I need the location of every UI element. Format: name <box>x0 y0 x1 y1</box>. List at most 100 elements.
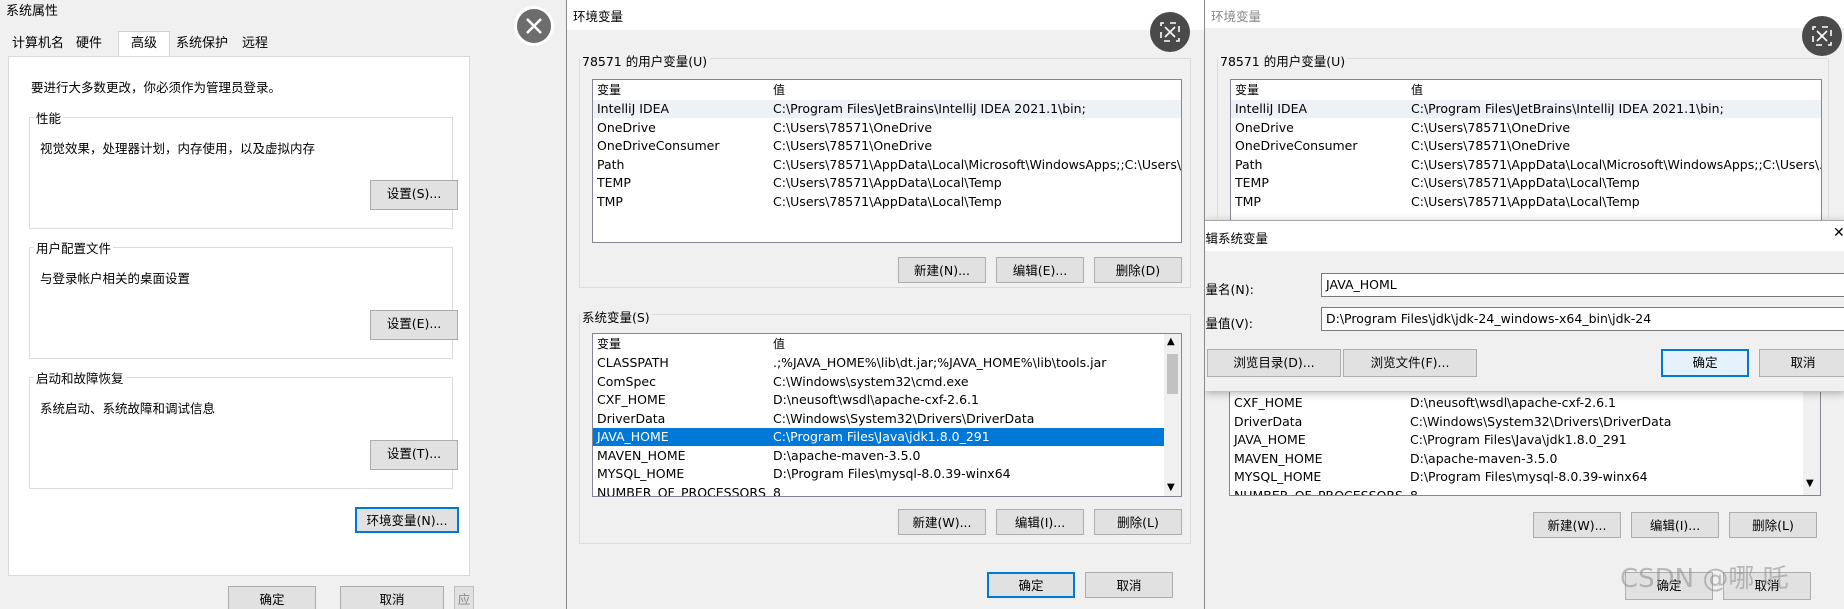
variable-value: C:\Program Files\Java\jdk1.8.0_291 <box>773 429 990 444</box>
list-item[interactable]: MAVEN_HOME D:\apache-maven-3.5.0 <box>593 447 1181 465</box>
column-header-value[interactable]: 值 <box>1411 80 1423 100</box>
variable-name-label: 变量名(N): <box>1205 282 1254 297</box>
dialog-ok-button[interactable]: 确定 <box>1661 349 1749 377</box>
browse-directory-button[interactable]: 浏览目录(D)... <box>1207 349 1341 377</box>
variable-value: C:\Program Files\JetBrains\IntelliJ IDEA… <box>773 101 1086 116</box>
system-delete-button[interactable]: 删除(L) <box>1094 509 1182 535</box>
system-vars-list[interactable]: CXF_HOME D:\neusoft\wsdl\apache-cxf-2.6.1… <box>1229 392 1821 496</box>
variable-name: NUMBER_OF_PROCESSORS <box>1234 487 1403 496</box>
system-edit-button[interactable]: 编辑(I)... <box>1631 512 1719 538</box>
user-vars-list[interactable]: 变量 值 IntelliJ IDEA C:\Program Files\JetBr… <box>1230 79 1822 229</box>
tab-hardware[interactable]: 硬件 <box>76 34 102 54</box>
list-item[interactable]: ComSpec C:\Windows\system32\cmd.exe <box>593 373 1181 391</box>
startup-recovery-label: 启动和故障恢复 <box>34 368 126 387</box>
list-item[interactable]: JAVA_HOME C:\Program Files\Java\jdk1.8.0_… <box>593 428 1181 446</box>
variable-value: D:\apache-maven-3.5.0 <box>1410 450 1558 466</box>
system-new-button[interactable]: 新建(W)... <box>1533 512 1621 538</box>
tab-computer-name[interactable]: 计算机名 <box>12 34 64 54</box>
close-icon[interactable]: ✕ <box>1833 225 1844 241</box>
screenshot-ocr-icon[interactable] <box>1802 16 1842 56</box>
list-item[interactable]: MAVEN_HOME D:\apache-maven-3.5.0 <box>1230 450 1820 468</box>
screenshot-ocr-icon[interactable] <box>1150 12 1190 52</box>
list-item[interactable]: DriverData C:\Windows\System32\Drivers\Dr… <box>1230 413 1820 431</box>
list-item[interactable]: TMP C:\Users\78571\AppData\Local\Temp <box>593 193 1181 211</box>
list-header: 变量 值 <box>1231 80 1821 100</box>
system-new-button[interactable]: 新建(W)... <box>898 509 986 535</box>
user-new-button[interactable]: 新建(N)... <box>898 257 986 283</box>
close-icon[interactable] <box>514 6 554 46</box>
list-item[interactable]: MYSQL_HOME D:\Program Files\mysql-8.0.39-… <box>593 465 1181 483</box>
variable-name-input[interactable]: JAVA_HOML <box>1321 273 1844 297</box>
ok-button[interactable]: 确定 <box>228 586 316 609</box>
cancel-button[interactable]: 取消 <box>340 586 444 609</box>
list-item[interactable]: Path C:\Users\78571\AppData\Local\Microso… <box>1231 156 1821 174</box>
scroll-thumb[interactable] <box>1167 354 1178 394</box>
variable-value: C:\Users\78571\OneDrive <box>1411 119 1571 135</box>
ok-button[interactable]: 确定 <box>987 572 1075 598</box>
system-vars-list[interactable]: 变量 值 CLASSPATH .;%JAVA_HOME%\lib\dt.jar;%… <box>592 333 1182 497</box>
list-item[interactable]: CLASSPATH .;%JAVA_HOME%\lib\dt.jar;%JAVA_… <box>593 354 1181 372</box>
chevron-down-icon[interactable]: ▼ <box>1806 478 1814 489</box>
list-item[interactable]: Path C:\Users\78571\AppData\Local\Microso… <box>593 156 1181 174</box>
tab-content: 要进行大多数更改，你必须作为管理员登录。 性能 视觉效果，处理器计划，内存使用，… <box>8 56 470 576</box>
list-item[interactable]: NUMBER_OF_PROCESSORS 8 <box>1230 487 1820 496</box>
system-edit-button[interactable]: 编辑(I)... <box>996 509 1084 535</box>
list-item[interactable]: OneDriveConsumer C:\Users\78571\OneDrive <box>593 137 1181 155</box>
vertical-scrollbar[interactable]: ▼ <box>1803 392 1820 495</box>
user-edit-button[interactable]: 编辑(E)... <box>996 257 1084 283</box>
startup-recovery-settings-button[interactable]: 设置(T)... <box>370 440 458 470</box>
column-header-value[interactable]: 值 <box>773 80 785 100</box>
variable-name: IntelliJ IDEA <box>597 101 670 116</box>
variable-name: IntelliJ IDEA <box>1235 101 1308 116</box>
variable-name: TEMP <box>597 175 631 190</box>
list-item[interactable]: TMP C:\Users\78571\AppData\Local\Temp <box>1231 193 1821 211</box>
column-header-variable[interactable]: 变量 <box>597 334 621 354</box>
list-item[interactable]: IntelliJ IDEA C:\Program Files\JetBrains\… <box>1231 100 1821 118</box>
environment-variables-button[interactable]: 环境变量(N)... <box>355 507 459 533</box>
list-item[interactable]: IntelliJ IDEA C:\Program Files\JetBrains\… <box>593 100 1181 118</box>
performance-desc: 视觉效果，处理器计划，内存使用，以及虚拟内存 <box>40 141 316 156</box>
list-item[interactable]: OneDriveConsumer C:\Users\78571\OneDrive <box>1231 137 1821 155</box>
list-item[interactable]: CXF_HOME D:\neusoft\wsdl\apache-cxf-2.6.1 <box>1230 394 1820 412</box>
variable-value-input[interactable]: D:\Program Files\jdk\jdk-24_windows-x64_… <box>1321 307 1844 331</box>
system-delete-button[interactable]: 删除(L) <box>1729 512 1817 538</box>
variable-value: 8 <box>1410 487 1418 496</box>
vertical-scrollbar[interactable]: ▲ ▼ <box>1164 334 1181 496</box>
column-header-variable[interactable]: 变量 <box>1235 80 1259 100</box>
window-title: 系统属性 <box>6 4 59 19</box>
column-header-value[interactable]: 值 <box>773 334 785 354</box>
column-header-variable[interactable]: 变量 <box>597 80 621 100</box>
tab-remote[interactable]: 远程 <box>242 34 268 54</box>
variable-value: D:\Program Files\mysql-8.0.39-winx64 <box>773 466 1011 481</box>
variable-name: TMP <box>597 193 623 209</box>
list-item[interactable]: MYSQL_HOME D:\Program Files\mysql-8.0.39-… <box>1230 468 1820 486</box>
list-item[interactable]: OneDrive C:\Users\78571\OneDrive <box>1231 119 1821 137</box>
cancel-button[interactable]: 取消 <box>1085 572 1173 598</box>
list-item[interactable]: DriverData C:\Windows\System32\Drivers\Dr… <box>593 410 1181 428</box>
performance-settings-button[interactable]: 设置(S)... <box>370 180 458 210</box>
list-header: 变量 值 <box>593 80 1181 100</box>
tab-advanced[interactable]: 高级 <box>118 31 171 56</box>
user-vars-list[interactable]: 变量 值 IntelliJ IDEA C:\Program Files\JetBr… <box>592 79 1182 243</box>
list-item[interactable]: OneDrive C:\Users\78571\OneDrive <box>593 119 1181 137</box>
variable-name: TEMP <box>1235 175 1269 190</box>
edit-system-variable-dialog: 编辑系统变量 ✕ 变量名(N): JAVA_HOML 变量值(V): D:\Pr… <box>1205 220 1844 391</box>
chevron-down-icon[interactable]: ▼ <box>1167 482 1175 493</box>
user-delete-button[interactable]: 删除(D) <box>1094 257 1182 283</box>
list-item[interactable]: TEMP C:\Users\78571\AppData\Local\Temp <box>593 174 1181 192</box>
variable-name: CXF_HOME <box>597 392 666 407</box>
list-item[interactable]: JAVA_HOME C:\Program Files\Java\jdk1.8.0_… <box>1230 431 1820 449</box>
browse-file-button[interactable]: 浏览文件(F)... <box>1343 349 1477 377</box>
list-item[interactable]: TEMP C:\Users\78571\AppData\Local\Temp <box>1231 174 1821 192</box>
list-item[interactable]: NUMBER_OF_PROCESSORS 8 <box>593 484 1181 497</box>
tab-system-protection[interactable]: 系统保护 <box>176 34 228 54</box>
dialog-cancel-button[interactable]: 取消 <box>1759 349 1844 377</box>
variable-value: C:\Users\78571\OneDrive <box>1411 138 1571 153</box>
apply-button[interactable]: 应用(A) <box>454 586 474 609</box>
variable-name: ComSpec <box>597 373 656 389</box>
user-profile-settings-button[interactable]: 设置(E)... <box>370 310 458 340</box>
variable-value: D:\Program Files\mysql-8.0.39-winx64 <box>1410 469 1648 484</box>
list-item[interactable]: CXF_HOME D:\neusoft\wsdl\apache-cxf-2.6.1 <box>593 391 1181 409</box>
chevron-up-icon[interactable]: ▲ <box>1167 336 1175 347</box>
env-vars-window-2: 环境变量 78571 的用户变量(U) 变量 值 IntelliJ IDEA C:… <box>1204 0 1844 609</box>
